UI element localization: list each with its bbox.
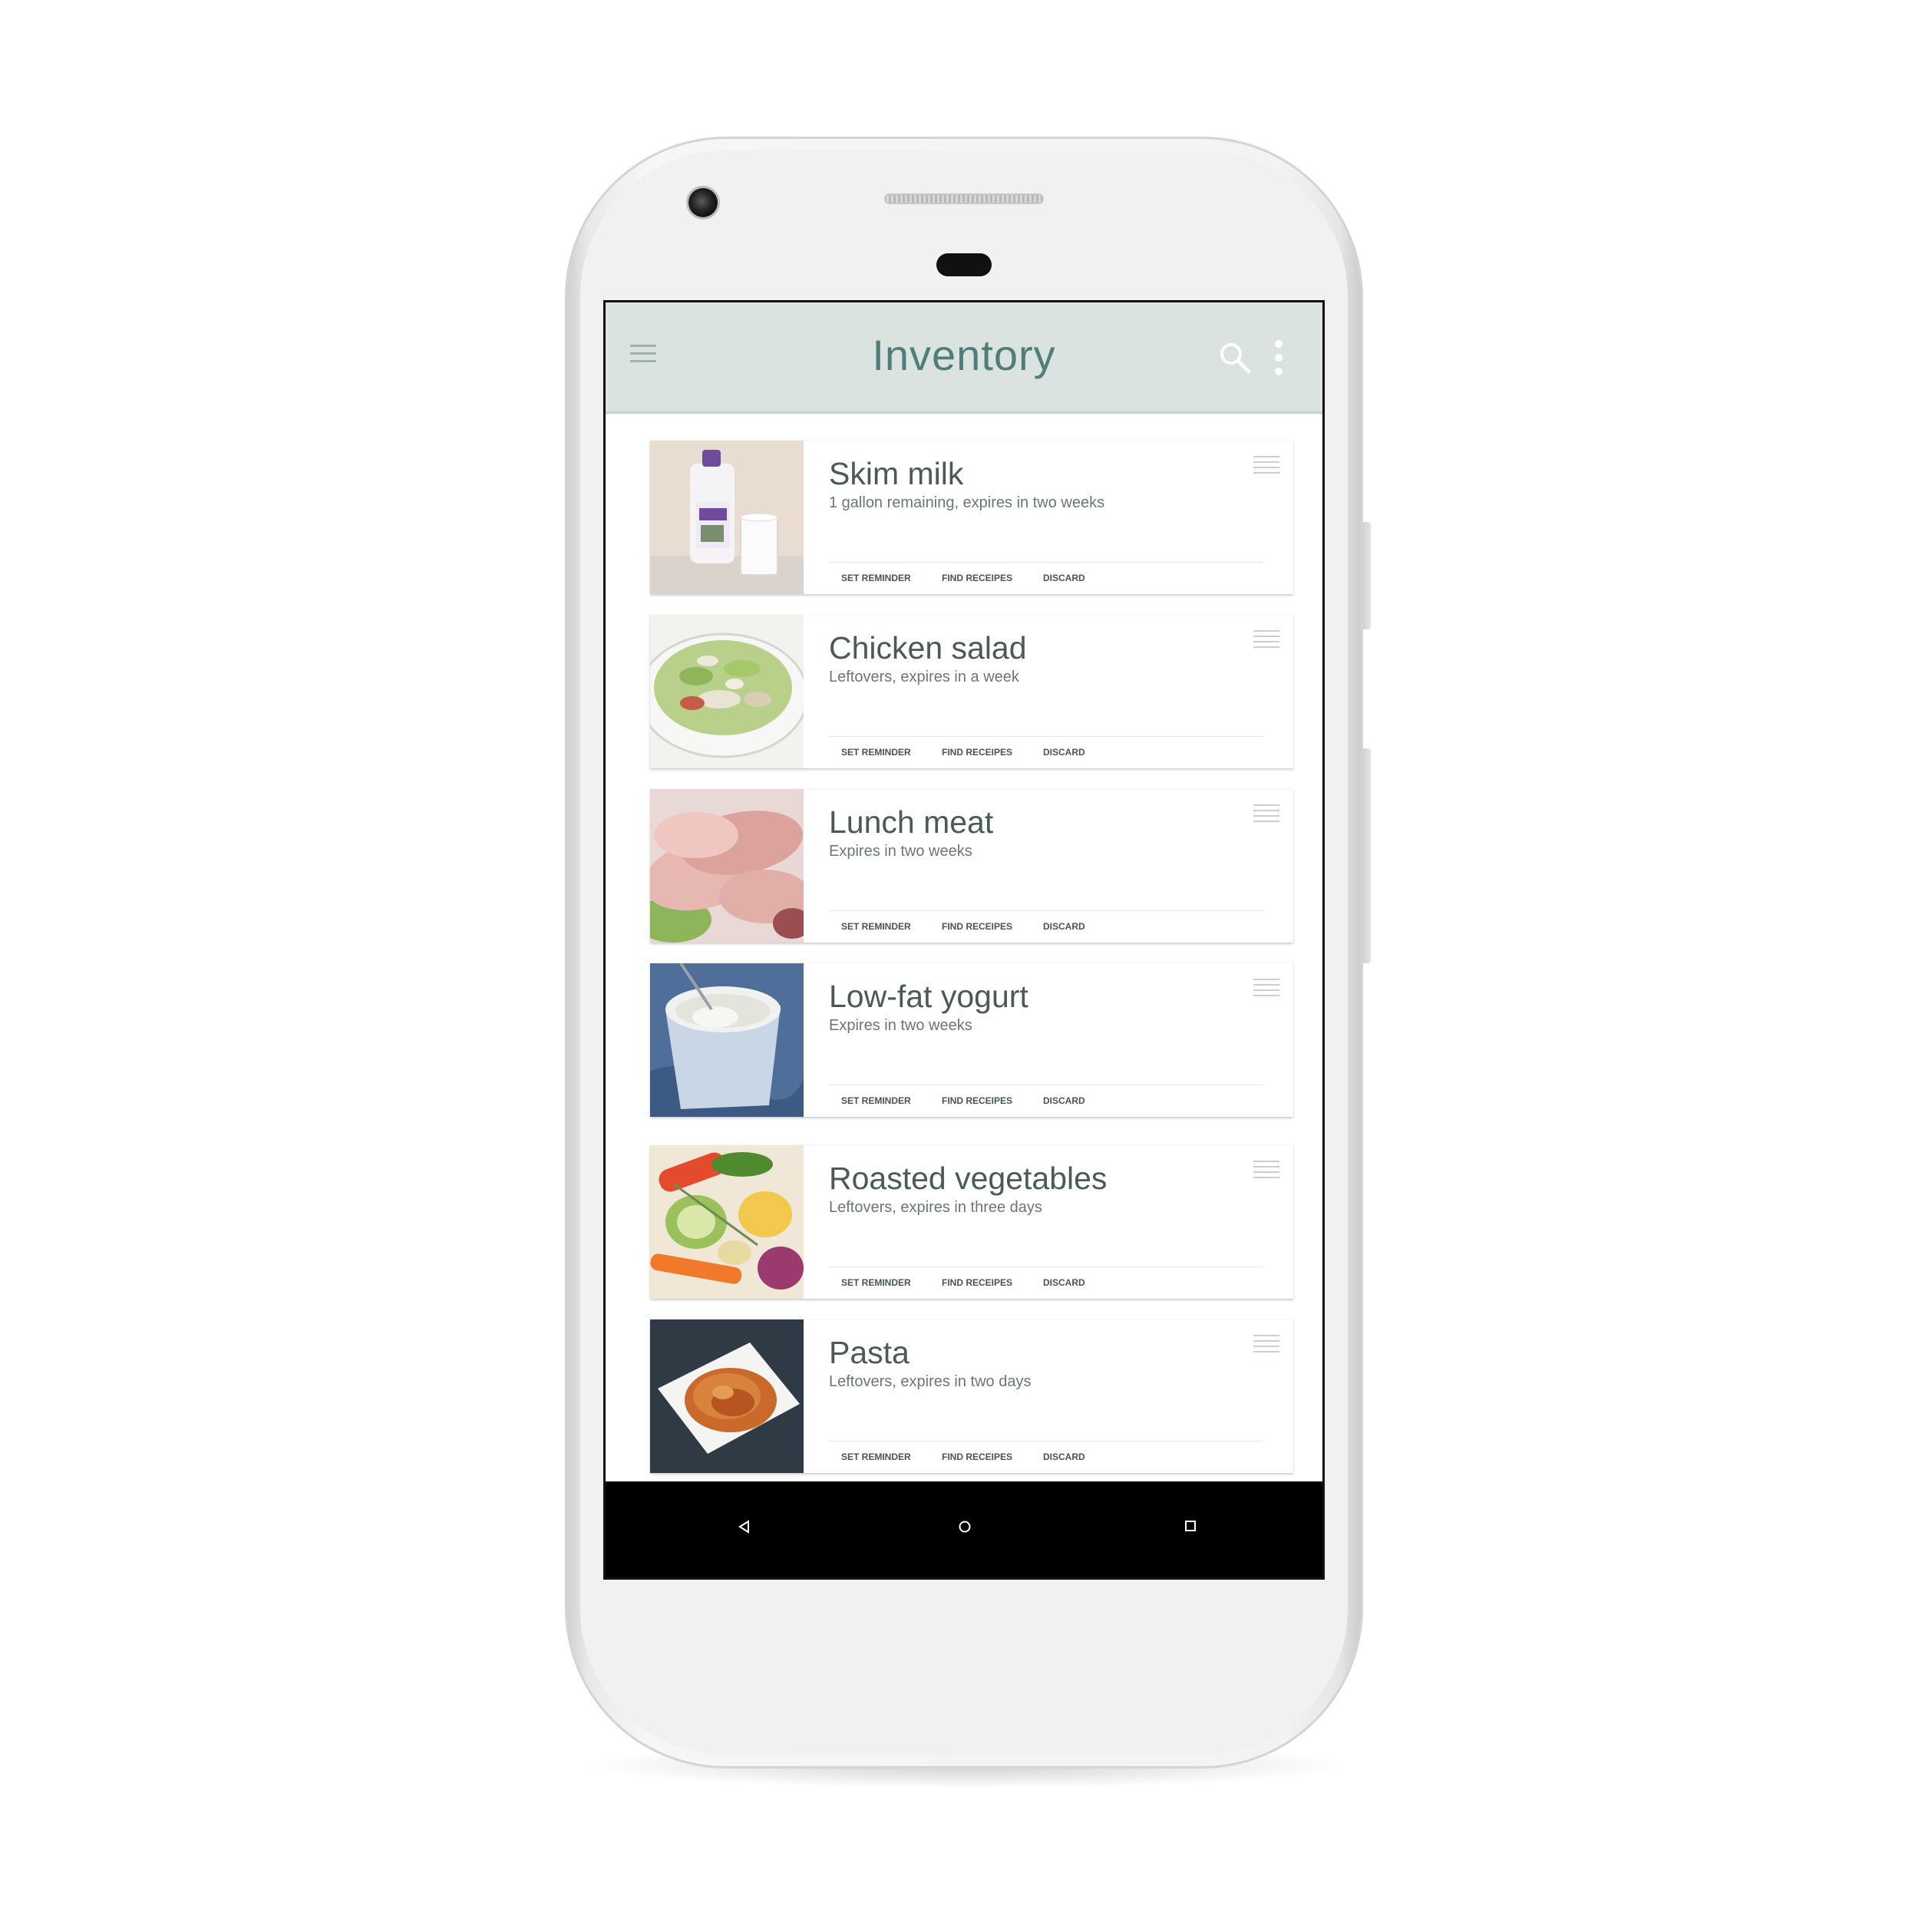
find-recipes-button[interactable]: FIND RECEIPES <box>942 747 1012 758</box>
app-bar: Inventory <box>606 302 1322 414</box>
card-divider <box>829 1441 1263 1442</box>
discard-button[interactable]: DISCARD <box>1043 921 1085 932</box>
set-reminder-button[interactable]: SET REMINDER <box>841 921 911 932</box>
find-recipes-button[interactable]: FIND RECEIPES <box>942 1095 1012 1106</box>
item-image-roasted-vegetables <box>650 1145 804 1299</box>
system-nav-bar <box>606 1481 1322 1577</box>
item-subtitle: Leftovers, expires in a week <box>829 669 1019 685</box>
set-reminder-button[interactable]: SET REMINDER <box>841 1451 911 1462</box>
item-title: Low-fat yogurt <box>829 979 1028 1014</box>
item-subtitle: Expires in two weeks <box>829 1017 972 1034</box>
back-icon[interactable] <box>738 1520 750 1534</box>
list-item[interactable]: Chicken salad Leftovers, expires in a we… <box>650 615 1293 768</box>
set-reminder-button[interactable]: SET REMINDER <box>841 573 911 583</box>
drag-handle-icon[interactable] <box>1253 454 1279 474</box>
card-divider <box>829 562 1263 563</box>
card-divider <box>829 910 1263 911</box>
front-camera-icon <box>688 188 718 217</box>
find-recipes-button[interactable]: FIND RECEIPES <box>942 921 1012 932</box>
item-title: Lunch meat <box>829 804 994 840</box>
item-image-milk <box>650 441 804 594</box>
item-image-lunch-meat <box>650 789 804 943</box>
item-subtitle: 1 gallon remaining, expires in two weeks <box>829 494 1105 511</box>
list-item[interactable]: Pasta Leftovers, expires in two days SET… <box>650 1319 1293 1473</box>
list-item[interactable]: Skim milk 1 gallon remaining, expires in… <box>650 441 1293 594</box>
drag-handle-icon[interactable] <box>1253 1159 1279 1179</box>
item-title: Roasted vegetables <box>829 1161 1108 1196</box>
item-title: Skim milk <box>829 456 964 491</box>
drag-handle-icon[interactable] <box>1253 1333 1279 1353</box>
discard-button[interactable]: DISCARD <box>1043 1095 1085 1106</box>
item-image-chicken-salad <box>650 615 804 768</box>
discard-button[interactable]: DISCARD <box>1043 573 1085 583</box>
set-reminder-button[interactable]: SET REMINDER <box>841 1095 911 1106</box>
find-recipes-button[interactable]: FIND RECEIPES <box>942 1451 1012 1462</box>
drag-handle-icon[interactable] <box>1253 629 1279 649</box>
phone-screen: Inventory Skim milk 1 gallon remaining, … <box>603 300 1325 1580</box>
item-image-pasta <box>650 1319 804 1473</box>
set-reminder-button[interactable]: SET REMINDER <box>841 747 911 758</box>
item-subtitle: Leftovers, expires in three days <box>829 1199 1042 1216</box>
search-icon[interactable] <box>1219 342 1251 374</box>
card-divider <box>829 736 1263 737</box>
item-title: Chicken salad <box>829 630 1027 665</box>
overflow-menu-icon[interactable] <box>1273 339 1284 376</box>
find-recipes-button[interactable]: FIND RECEIPES <box>942 573 1012 583</box>
discard-button[interactable]: DISCARD <box>1043 747 1085 758</box>
set-reminder-button[interactable]: SET REMINDER <box>841 1277 911 1288</box>
drag-handle-icon[interactable] <box>1253 977 1279 997</box>
page-title: Inventory <box>872 331 1056 379</box>
proximity-sensor <box>936 253 992 276</box>
discard-button[interactable]: DISCARD <box>1043 1277 1085 1288</box>
speaker-grille <box>884 193 1044 204</box>
list-item[interactable]: Lunch meat Expires in two weeks SET REMI… <box>650 789 1293 943</box>
item-title: Pasta <box>829 1335 910 1370</box>
item-subtitle: Expires in two weeks <box>829 843 972 860</box>
home-icon[interactable] <box>958 1520 972 1534</box>
list-item[interactable]: Roasted vegetables Leftovers, expires in… <box>650 1145 1293 1299</box>
find-recipes-button[interactable]: FIND RECEIPES <box>942 1277 1012 1288</box>
item-image-yogurt <box>650 963 804 1117</box>
drag-handle-icon[interactable] <box>1253 803 1279 823</box>
discard-button[interactable]: DISCARD <box>1043 1451 1085 1462</box>
item-subtitle: Leftovers, expires in two days <box>829 1373 1032 1390</box>
list-item[interactable]: Low-fat yogurt Expires in two weeks SET … <box>650 963 1293 1117</box>
recents-icon[interactable] <box>1184 1520 1197 1532</box>
